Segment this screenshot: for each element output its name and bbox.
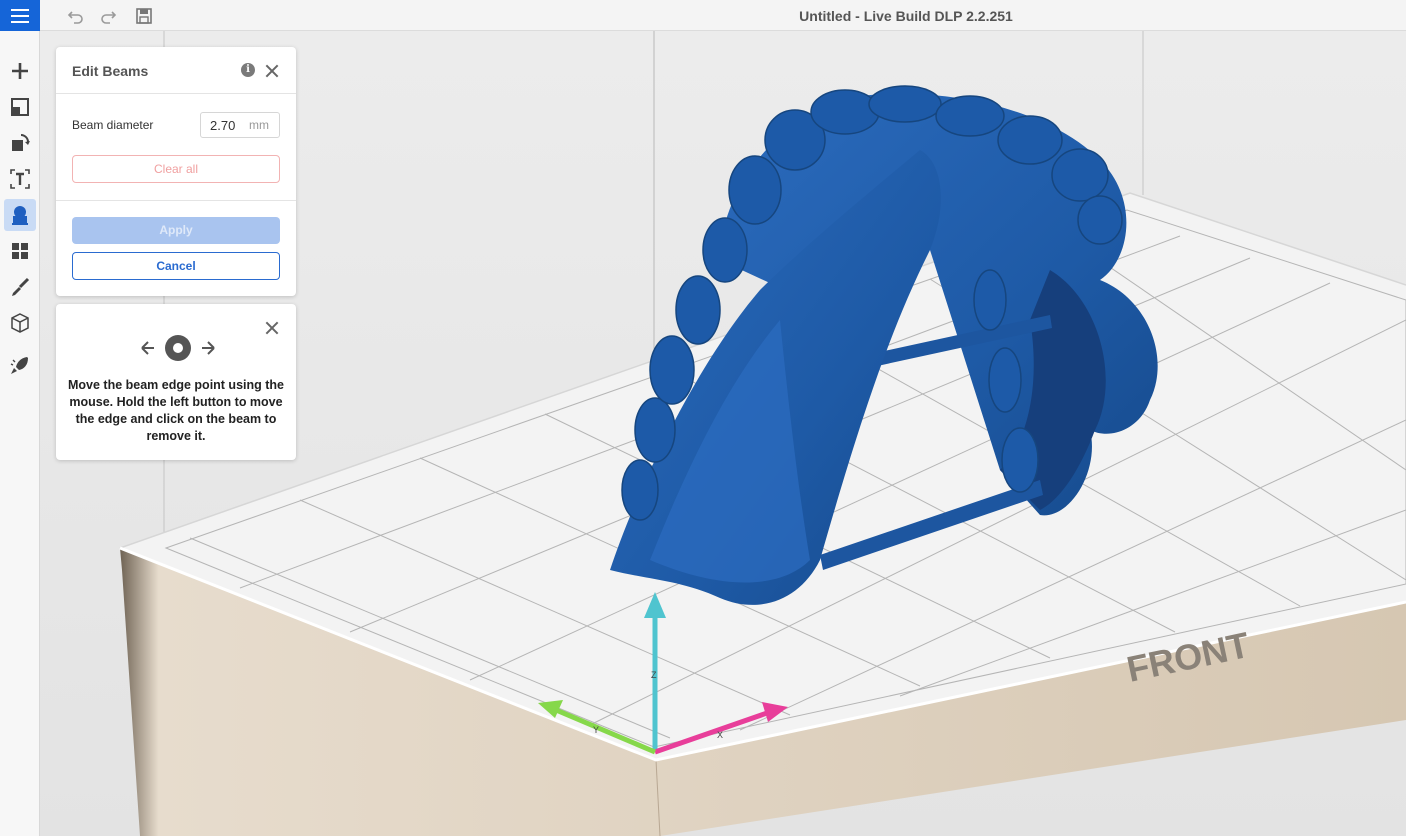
- text-tool-button[interactable]: [4, 163, 36, 195]
- beam-diameter-label: Beam diameter: [72, 118, 154, 132]
- print-tool-button[interactable]: [4, 349, 36, 381]
- panel-title: Edit Beams: [72, 63, 149, 79]
- beam-diameter-input[interactable]: [201, 117, 245, 133]
- grid-icon: [12, 243, 28, 259]
- layout-icon: [11, 98, 29, 116]
- cancel-button[interactable]: Cancel: [72, 252, 280, 280]
- edit-beams-header: Edit Beams i: [56, 47, 296, 94]
- brush-icon: [12, 277, 30, 296]
- x-axis-label: X: [717, 730, 723, 740]
- apply-button[interactable]: Apply: [72, 217, 280, 244]
- beams-tool-button[interactable]: [4, 199, 36, 231]
- rocket-icon: [10, 357, 28, 374]
- transform-tool-button[interactable]: [4, 127, 36, 159]
- rotate-cube-icon: [12, 134, 30, 151]
- beam-support-icon: [12, 206, 28, 225]
- info-icon[interactable]: i: [241, 63, 255, 77]
- arrange-tool-button[interactable]: [4, 235, 36, 267]
- z-axis-label: Z: [651, 670, 657, 680]
- cube-icon: [11, 313, 29, 333]
- y-axis-label: Y: [593, 725, 599, 735]
- add-tool-button[interactable]: [4, 55, 36, 87]
- hint-text: Move the beam edge point using the mouse…: [68, 378, 284, 443]
- close-icon[interactable]: [265, 64, 279, 78]
- hamburger-menu-button[interactable]: [0, 0, 40, 31]
- view-tool-button[interactable]: [4, 307, 36, 339]
- edit-beams-panel: Edit Beams i Beam diameter mm Clear all …: [56, 47, 296, 296]
- text-icon: [10, 169, 30, 189]
- layout-tool-button[interactable]: [4, 91, 36, 123]
- brush-tool-button[interactable]: [4, 271, 36, 303]
- beam-diameter-unit: mm: [249, 118, 269, 132]
- title-bar: Untitled - Live Build DLP 2.2.251: [0, 0, 1406, 31]
- redo-icon[interactable]: [98, 6, 118, 26]
- left-toolbar: [0, 31, 40, 836]
- plus-icon: [12, 63, 28, 79]
- divider: [56, 200, 296, 201]
- close-icon[interactable]: [265, 321, 279, 335]
- window-title: Untitled - Live Build DLP 2.2.251: [799, 8, 1013, 24]
- move-point-icon: [141, 335, 215, 361]
- beam-diameter-field[interactable]: mm: [200, 112, 280, 138]
- hint-panel: Move the beam edge point using the mouse…: [56, 304, 296, 460]
- clear-all-button[interactable]: Clear all: [72, 155, 280, 183]
- undo-icon[interactable]: [66, 6, 86, 26]
- save-icon[interactable]: [134, 6, 154, 26]
